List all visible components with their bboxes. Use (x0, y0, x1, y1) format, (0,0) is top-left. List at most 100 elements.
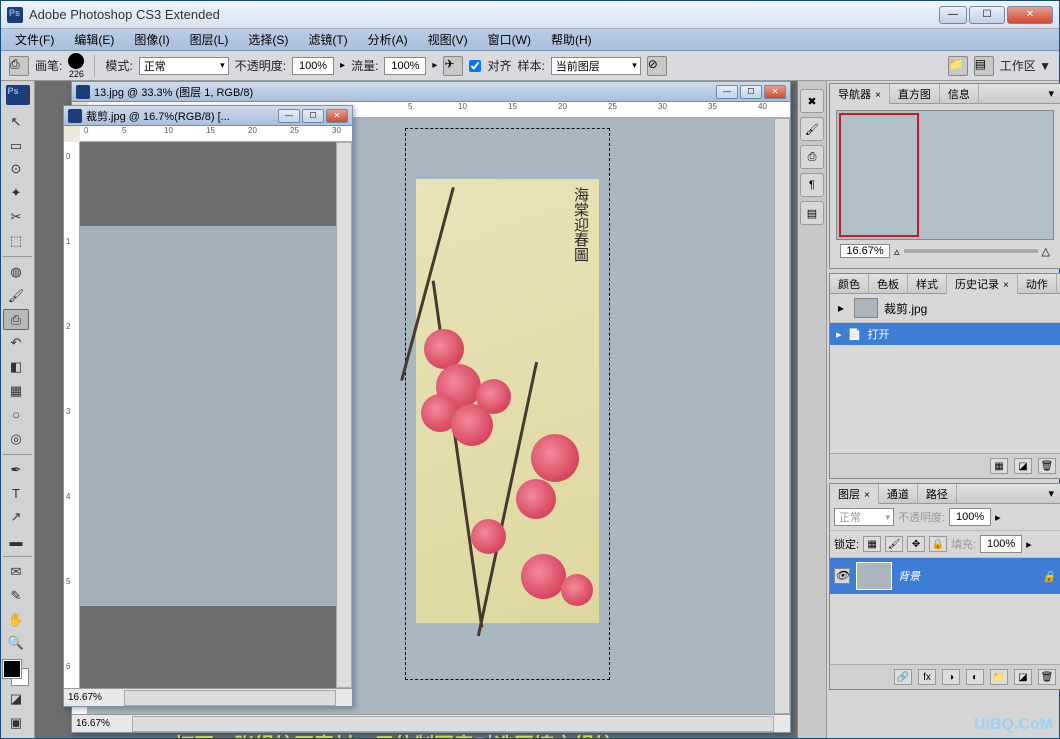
menu-filter[interactable]: 滤镜(T) (298, 29, 357, 50)
lock-position-icon[interactable]: ✥ (907, 536, 925, 552)
airbrush-icon[interactable]: ✈ (443, 56, 463, 76)
maximize-button[interactable]: ☐ (969, 6, 1005, 24)
type-tool[interactable]: T (3, 483, 29, 505)
navigator-viewport-rect[interactable] (839, 113, 919, 237)
tab-styles[interactable]: 样式 (908, 274, 947, 294)
tab-paths[interactable]: 路径 (918, 484, 957, 504)
history-brush-source-icon[interactable]: ▸ (834, 301, 848, 315)
menu-edit[interactable]: 编辑(E) (64, 29, 124, 50)
path-tool[interactable]: ↗ (3, 506, 29, 528)
marquee-tool[interactable]: ▭ (3, 135, 29, 157)
doc1-min-button[interactable]: — (716, 85, 738, 99)
move-tool[interactable]: ↖ (3, 111, 29, 133)
menu-select[interactable]: 选择(S) (238, 29, 298, 50)
sample-select[interactable]: 当前图层 (551, 57, 641, 75)
zoom-tool[interactable]: 🔍 (3, 633, 29, 655)
doc2-canvas[interactable] (80, 142, 336, 688)
tab-color[interactable]: 颜色 (830, 274, 869, 294)
menu-image[interactable]: 图像(I) (124, 29, 179, 50)
doc1-vscrollbar[interactable] (774, 118, 790, 714)
menu-window[interactable]: 窗口(W) (478, 29, 541, 50)
workspace-label[interactable]: 工作区 ▼ (1000, 57, 1051, 74)
pen-tool[interactable]: ✒ (3, 459, 29, 481)
menu-help[interactable]: 帮助(H) (541, 29, 602, 50)
doc1-titlebar[interactable]: 13.jpg @ 33.3% (图层 1, RGB/8) — ☐ ✕ (72, 82, 790, 102)
doc2-hscrollbar[interactable] (124, 690, 336, 706)
doc2-close-button[interactable]: ✕ (326, 109, 348, 123)
zoom-out-icon[interactable]: ▵ (894, 245, 900, 258)
tab-actions[interactable]: 动作 (1018, 274, 1057, 294)
layer-thumbnail[interactable] (856, 562, 892, 590)
doc1-close-button[interactable]: ✕ (764, 85, 786, 99)
align-checkbox[interactable] (469, 60, 481, 72)
zoom-in-icon[interactable]: △ (1042, 245, 1050, 258)
lock-all-icon[interactable]: 🔒 (929, 536, 947, 552)
bridge-icon[interactable]: 📁 (948, 56, 968, 76)
eraser-tool[interactable]: ◧ (3, 356, 29, 378)
group-icon[interactable]: 📁 (990, 669, 1008, 685)
history-snapshot-row[interactable]: ▸ 裁剪.jpg (830, 294, 1060, 323)
color-swatch[interactable] (3, 660, 29, 686)
mode-select[interactable]: 正常 (139, 57, 229, 75)
tab-navigator[interactable]: 导航器× (830, 84, 890, 104)
link-layers-icon[interactable]: 🔗 (894, 669, 912, 685)
opacity-input[interactable] (292, 57, 334, 75)
delete-state-icon[interactable]: 🗑 (1038, 458, 1056, 474)
menu-view[interactable]: 视图(V) (418, 29, 478, 50)
quickmask-icon[interactable]: ◪ (3, 688, 29, 710)
layer-row-background[interactable]: 👁 背景 🔒 (830, 558, 1060, 594)
tools-presets-icon[interactable]: ✖ (800, 89, 824, 113)
doc2-vscrollbar[interactable] (336, 142, 352, 688)
hand-tool[interactable]: ✋ (3, 609, 29, 631)
brushes-icon[interactable]: 🖌 (800, 117, 824, 141)
dodge-tool[interactable]: ◎ (3, 428, 29, 450)
foreground-color[interactable] (3, 660, 21, 678)
heal-tool[interactable]: ◍ (3, 261, 29, 283)
tool-preset-icon[interactable]: ⎙ (9, 56, 29, 76)
navigator-zoom-slider[interactable] (904, 249, 1038, 253)
character-icon[interactable]: ¶ (800, 173, 824, 197)
history-item-open[interactable]: ▸ 📄 打开 (830, 323, 1060, 345)
panel-menu-icon[interactable]: ▾ (1042, 87, 1060, 100)
screenmode-icon[interactable]: ▣ (3, 712, 29, 734)
new-snapshot-icon[interactable]: ◪ (1014, 458, 1032, 474)
eyedropper-tool[interactable]: ✎ (3, 585, 29, 607)
blur-tool[interactable]: ○ (3, 404, 29, 426)
tab-info[interactable]: 信息 (940, 84, 979, 104)
document-window-2[interactable]: 裁剪.jpg @ 16.7%(RGB/8) [... — ☐ ✕ 0 5 10 … (63, 105, 353, 707)
brush-preview-icon[interactable] (68, 53, 84, 69)
tab-channels[interactable]: 通道 (879, 484, 918, 504)
fill-input[interactable] (980, 535, 1022, 553)
adjustment-icon[interactable]: ◐ (966, 669, 984, 685)
tab-history[interactable]: 历史记录× (947, 274, 1018, 294)
wand-tool[interactable]: ✦ (3, 182, 29, 204)
lasso-tool[interactable]: ⊙ (3, 159, 29, 181)
doc1-max-button[interactable]: ☐ (740, 85, 762, 99)
doc2-max-button[interactable]: ☐ (302, 109, 324, 123)
tab-histogram[interactable]: 直方图 (890, 84, 940, 104)
clone-source-icon[interactable]: ⎙ (800, 145, 824, 169)
lock-transparent-icon[interactable]: ▦ (863, 536, 881, 552)
tab-swatches[interactable]: 色板 (869, 274, 908, 294)
shape-tool[interactable]: ▬ (3, 530, 29, 552)
panel-menu-icon[interactable]: ▾ (1042, 487, 1060, 500)
arrange-icon[interactable]: ▤ (974, 56, 994, 76)
blend-mode-select[interactable]: 正常 (834, 508, 894, 526)
stamp-tool[interactable]: ⎙ (3, 309, 29, 331)
minimize-button[interactable]: — (939, 6, 967, 24)
close-button[interactable]: ✕ (1007, 6, 1053, 24)
brush-tool[interactable]: 🖌 (3, 285, 29, 307)
doc2-titlebar[interactable]: 裁剪.jpg @ 16.7%(RGB/8) [... — ☐ ✕ (64, 106, 352, 126)
tab-layers[interactable]: 图层× (830, 484, 879, 504)
doc2-zoom[interactable]: 16.67% (68, 692, 102, 703)
lock-pixels-icon[interactable]: 🖌 (885, 536, 903, 552)
layer-opacity-input[interactable] (949, 508, 991, 526)
new-layer-icon[interactable]: ◪ (1014, 669, 1032, 685)
menu-layer[interactable]: 图层(L) (180, 29, 239, 50)
slice-tool[interactable]: ⬚ (3, 230, 29, 252)
history-brush-tool[interactable]: ↶ (3, 332, 29, 354)
notes-tool[interactable]: ✉ (3, 561, 29, 583)
menu-analysis[interactable]: 分析(A) (358, 29, 418, 50)
gradient-tool[interactable]: ▦ (3, 380, 29, 402)
visibility-eye-icon[interactable]: 👁 (834, 568, 850, 584)
